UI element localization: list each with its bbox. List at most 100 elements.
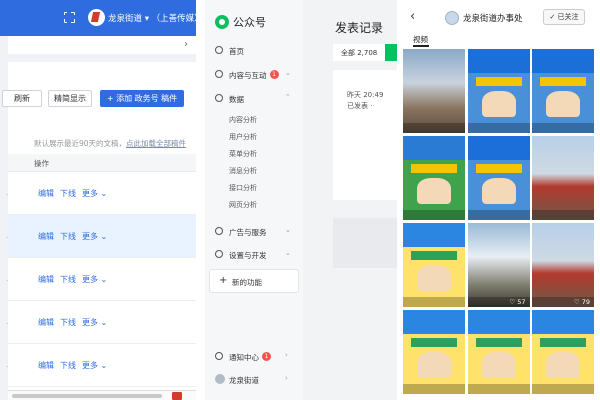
thumbnail-header: [467, 136, 530, 160]
video-thumbnail[interactable]: [403, 310, 465, 394]
more-dropdown[interactable]: 更多 ⌄: [82, 317, 107, 328]
active-tab-indicator: [413, 45, 429, 47]
chevron-down-icon: ⌄: [285, 69, 291, 77]
more-dropdown[interactable]: 更多 ⌄: [82, 360, 107, 371]
tab-video[interactable]: 视频: [413, 34, 428, 45]
video-thumbnail[interactable]: [403, 136, 465, 220]
sidebar-item-label: 通知中心 1: [229, 352, 271, 363]
filter-all-tab[interactable]: 全部 2,708: [341, 48, 377, 58]
offline-link[interactable]: 下线: [60, 317, 76, 328]
thumbnail-figure: [417, 352, 451, 378]
chevron-up-icon: ⌃: [285, 93, 291, 101]
notification-badge: 1: [269, 70, 279, 79]
taskbar: [8, 390, 196, 400]
publish-button[interactable]: [385, 44, 397, 61]
profile-name: 龙泉街道办事处: [463, 14, 523, 24]
video-thumbnail[interactable]: [403, 49, 465, 133]
notification-badge: 1: [262, 352, 271, 361]
publish-record-card[interactable]: [333, 218, 397, 268]
new-function-label: 新的功能: [232, 278, 262, 287]
video-thumbnail[interactable]: [467, 49, 530, 133]
new-function-button[interactable]: + 新的功能: [209, 269, 299, 293]
refresh-button[interactable]: 刷新: [2, 90, 42, 107]
row-marker: .: [6, 189, 9, 197]
offline-link[interactable]: 下线: [60, 188, 76, 199]
follow-button[interactable]: ✓ 已关注: [543, 9, 585, 25]
video-thumbnail[interactable]: ♡ 57: [467, 223, 530, 307]
sidebar-item-label: 广告与服务: [229, 228, 267, 237]
video-thumbnail[interactable]: [467, 310, 530, 394]
back-arrow-icon[interactable]: ‹: [410, 9, 415, 24]
thumbnail-footer: [403, 210, 465, 220]
edit-link[interactable]: 编辑: [38, 188, 54, 199]
simple-view-button[interactable]: 精简显示: [48, 90, 92, 107]
thumbnail-footer: [467, 210, 530, 220]
more-label: 更多: [82, 232, 98, 241]
offline-link[interactable]: 下线: [60, 231, 76, 242]
add-manuscript-button[interactable]: + 添加 政务号 稿件: [100, 90, 184, 107]
like-count: ♡ 79: [573, 298, 590, 306]
video-thumbnail[interactable]: ♡ 79: [532, 223, 594, 307]
table-row: . 编辑 下线 更多 ⌄: [6, 215, 196, 258]
input-method-icon[interactable]: [172, 392, 182, 400]
thumbnail-figure: [481, 352, 516, 378]
sidebar-item-label: 设置与开发: [229, 251, 267, 260]
record-time: 昨天 20:49: [347, 91, 384, 99]
avatar[interactable]: [215, 374, 225, 384]
more-dropdown[interactable]: 更多 ⌄: [82, 188, 107, 199]
chevron-down-icon: ⌄: [100, 275, 108, 284]
horizontal-scrollbar[interactable]: [12, 394, 162, 398]
more-dropdown[interactable]: 更多 ⌄: [82, 231, 107, 242]
sidebar-subitem-message-analysis[interactable]: 消息分析: [229, 166, 257, 176]
gear-icon: [215, 250, 223, 258]
sidebar-subitem-api-analysis[interactable]: 接口分析: [229, 183, 257, 193]
thumbnail-figure: [417, 178, 451, 204]
table-header: 操作: [8, 154, 196, 172]
chevron-right-icon: ›: [285, 374, 288, 382]
video-thumbnail[interactable]: [532, 136, 594, 220]
like-count: ♡ 57: [509, 298, 526, 306]
thumbnail-footer: [403, 297, 465, 307]
chevron-down-icon: ⌄: [285, 249, 291, 257]
sidebar-subitem-webpage-analysis[interactable]: 网页分析: [229, 200, 257, 210]
brand-title: 公众号: [233, 16, 266, 29]
edit-link[interactable]: 编辑: [38, 360, 54, 371]
video-grid: ♡ 57 ♡ 79: [403, 49, 594, 400]
thumbnail-banner: [475, 77, 522, 86]
edit-link[interactable]: 编辑: [38, 274, 54, 285]
sidebar-item-text: 通知中心: [229, 353, 259, 362]
load-all-link[interactable]: 点此加载全部稿件: [126, 139, 186, 148]
video-thumbnail[interactable]: [532, 49, 594, 133]
chevron-down-icon: ⌄: [100, 318, 108, 327]
thumbnail-figure: [481, 178, 516, 204]
more-label: 更多: [82, 275, 98, 284]
sidebar-item-label: 内容与互动 1: [229, 70, 279, 81]
thumbnail-figure: [546, 352, 580, 378]
edit-link[interactable]: 编辑: [38, 317, 54, 328]
sidebar-subitem-menu-analysis[interactable]: 菜单分析: [229, 149, 257, 159]
sidebar: 公众号 首页 内容与互动 1 ⌄ 数据 ⌃ 内容分析 用户分析 菜单分析 消息分析…: [205, 0, 303, 400]
video-thumbnail[interactable]: [403, 223, 465, 307]
video-thumbnail[interactable]: [467, 136, 530, 220]
thumbnail-banner: [475, 164, 522, 173]
sidebar-subitem-content-analysis[interactable]: 内容分析: [229, 115, 257, 125]
offline-link[interactable]: 下线: [60, 274, 76, 285]
tab-strip: ›: [8, 36, 196, 54]
video-thumbnail[interactable]: [532, 310, 594, 394]
edit-link[interactable]: 编辑: [38, 231, 54, 242]
thumbnail-header: [532, 49, 594, 73]
main-content: 发表记录 全部 2,708 昨天 20:49 已发表 ·: [303, 0, 397, 400]
publish-record-card[interactable]: 昨天 20:49 已发表 ·: [333, 70, 397, 200]
thumbnail-footer: [467, 384, 530, 394]
offline-link[interactable]: 下线: [60, 360, 76, 371]
sidebar-item-text: 内容与互动: [229, 71, 267, 80]
thumbnail-header: [532, 310, 594, 334]
table-row: . 编辑 下线 更多 ⌄: [6, 172, 196, 215]
more-dropdown[interactable]: 更多 ⌄: [82, 274, 107, 285]
fullscreen-icon[interactable]: [63, 11, 75, 23]
sidebar-subitem-user-analysis[interactable]: 用户分析: [229, 132, 257, 142]
chevron-right-icon[interactable]: ›: [184, 39, 188, 50]
avatar[interactable]: [445, 11, 459, 25]
thumbnail-header: [403, 310, 465, 334]
account-switcher[interactable]: 龙泉街道 ▾ （上善传媒）: [108, 12, 196, 24]
